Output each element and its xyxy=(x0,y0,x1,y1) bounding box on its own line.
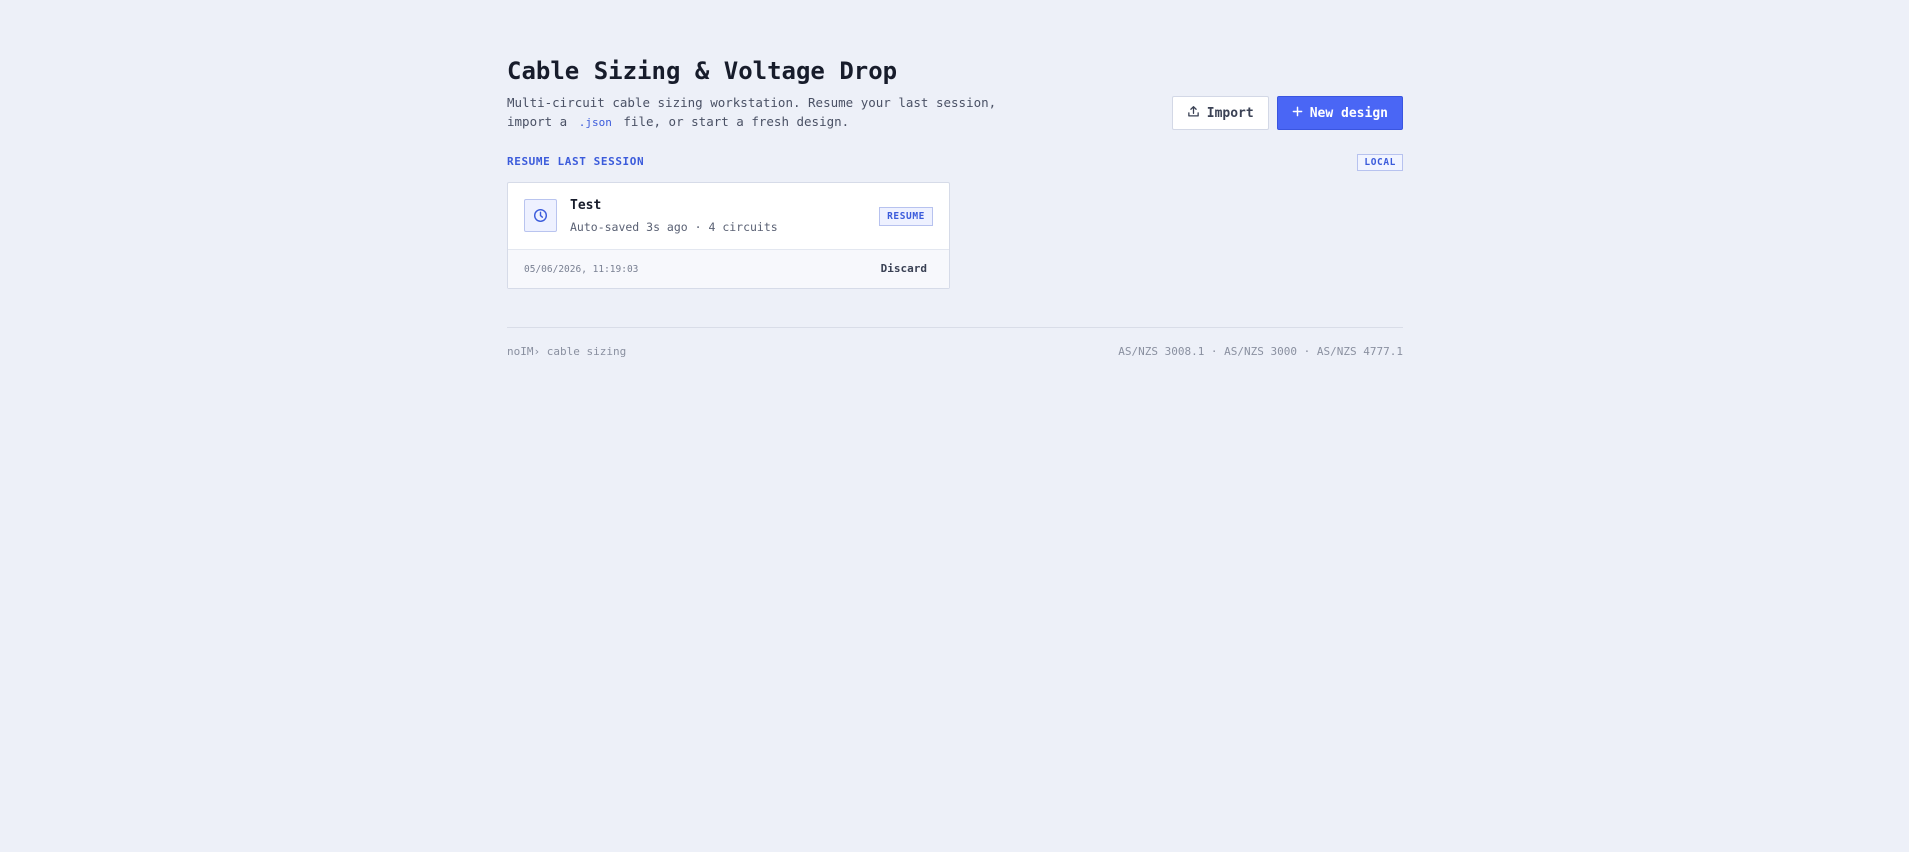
page-container: Cable Sizing & Voltage Drop Multi-circui… xyxy=(507,56,1403,368)
resume-button[interactable]: RESUME xyxy=(879,207,933,226)
new-design-button[interactable]: New design xyxy=(1276,96,1403,130)
section-label: RESUME LAST SESSION xyxy=(507,155,645,168)
resume-section-header: RESUME LAST SESSION LOCAL xyxy=(507,152,1403,172)
footer-brand: noIM› cable sizing xyxy=(507,345,627,358)
plus-icon xyxy=(1292,106,1303,121)
footer-standards: AS/NZS 3008.1 · AS/NZS 3000 · AS/NZS 477… xyxy=(1118,345,1403,358)
json-code-chip: .json xyxy=(578,116,612,129)
session-meta: Auto-saved 3s ago · 4 circuits xyxy=(570,220,778,234)
session-card-body[interactable]: Test Auto-saved 3s ago · 4 circuits RESU… xyxy=(508,183,949,250)
page-title: Cable Sizing & Voltage Drop xyxy=(507,57,898,85)
local-badge: LOCAL xyxy=(1357,154,1403,171)
session-card-footer: 05/06/2026, 11:19:03 Discard xyxy=(508,250,949,288)
new-design-button-label: New design xyxy=(1309,105,1388,121)
import-button-label: Import xyxy=(1206,105,1254,121)
subtitle-text-end: file, or start a fresh design. xyxy=(623,114,850,129)
page-footer: noIM› cable sizing AS/NZS 3008.1 · AS/NZ… xyxy=(507,327,1403,368)
page-header: Cable Sizing & Voltage Drop Multi-circui… xyxy=(507,56,1403,132)
page-subtitle: Multi-circuit cable sizing workstation. … xyxy=(507,93,1027,132)
session-date: 05/06/2026, 11:19:03 xyxy=(524,264,639,275)
upload-icon xyxy=(1187,105,1200,122)
session-card: Test Auto-saved 3s ago · 4 circuits RESU… xyxy=(507,182,950,289)
session-name: Test xyxy=(570,198,602,213)
clock-icon xyxy=(524,199,557,232)
import-button[interactable]: Import xyxy=(1171,96,1269,130)
header-actions: Import New design xyxy=(1171,96,1403,130)
discard-button[interactable]: Discard xyxy=(881,262,927,275)
